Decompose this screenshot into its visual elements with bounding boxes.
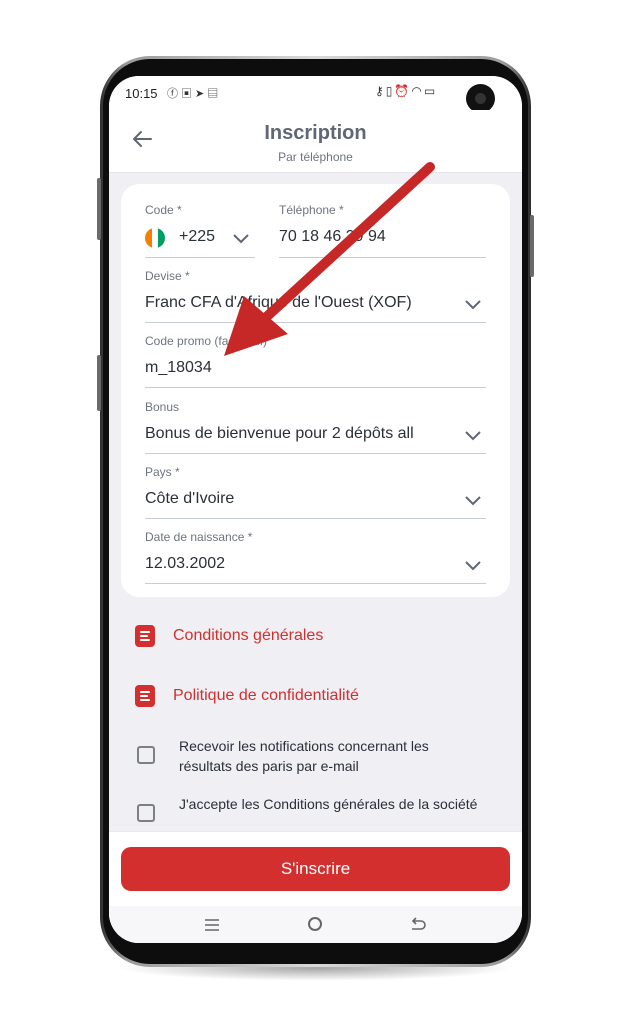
document-icon — [135, 685, 155, 707]
messenger-icon: ▣ — [181, 88, 195, 100]
chevron-down-icon[interactable] — [465, 431, 481, 441]
bottom-panel: S'inscrire — [109, 831, 522, 943]
code-underline — [145, 257, 255, 258]
linkedin-icon: ▤ — [207, 88, 222, 100]
app-header: Inscription Par téléphone — [109, 110, 522, 173]
power-button — [530, 215, 534, 277]
status-time: 10:15 — [125, 86, 158, 101]
privacy-link[interactable]: Politique de confidentialité — [135, 683, 359, 709]
bonus-select[interactable]: Bonus de bienvenue pour 2 dépôts all — [145, 425, 457, 443]
notifications-label: Recevoir les notifications concernant le… — [179, 738, 429, 774]
currency-underline — [145, 322, 486, 323]
terms-link-label: Conditions générales — [173, 627, 324, 644]
code-label: Code * — [145, 203, 182, 217]
chevron-down-icon[interactable] — [233, 234, 249, 244]
country-code-value[interactable]: +225 — [179, 228, 215, 246]
currency-label: Devise * — [145, 269, 190, 283]
country-select[interactable]: Côte d'Ivoire — [145, 490, 234, 508]
key-icon: ⚷ — [375, 84, 386, 98]
status-bar: 10:15 ⓕ▣➤▤ ⚷▯⏰◠▭ — [109, 76, 522, 113]
notification-icons: ⓕ▣➤▤ — [167, 85, 221, 101]
terms-link[interactable]: Conditions générales — [135, 623, 323, 649]
accept-terms-option: J'accepte les Conditions générales de la… — [137, 794, 477, 834]
promo-input[interactable]: m_18034 — [145, 359, 212, 377]
alarm-icon: ⏰ — [394, 84, 412, 98]
battery-icon: ▭ — [423, 84, 438, 98]
promo-underline — [145, 387, 486, 388]
nav-back-icon[interactable] — [410, 917, 426, 931]
document-icon — [135, 625, 155, 647]
chevron-down-icon[interactable] — [465, 561, 481, 571]
chevron-down-icon[interactable] — [465, 496, 481, 506]
privacy-link-label: Politique de confidentialité — [173, 687, 359, 704]
notifications-checkbox[interactable] — [137, 746, 155, 764]
birthdate-underline — [145, 583, 486, 584]
accept-terms-checkbox[interactable] — [137, 804, 155, 822]
registration-form: Code * +225 Téléphone * 70 18 46 39 94 D… — [121, 184, 510, 597]
facebook-icon: ⓕ — [167, 88, 181, 100]
system-nav-bar — [109, 906, 522, 943]
telegram-icon: ➤ — [195, 88, 208, 100]
home-icon[interactable] — [308, 917, 322, 931]
birthdate-select[interactable]: 12.03.2002 — [145, 555, 225, 573]
recent-apps-icon[interactable] — [204, 918, 220, 932]
bonus-underline — [145, 453, 486, 454]
promo-label: Code promo (facultatif) — [145, 334, 268, 348]
volume-button — [97, 178, 101, 240]
phone-underline — [279, 257, 486, 258]
phone-label: Téléphone * — [279, 203, 344, 217]
country-underline — [145, 518, 486, 519]
chevron-down-icon[interactable] — [465, 300, 481, 310]
notifications-option: Recevoir les notifications concernant le… — [137, 736, 477, 776]
cote-divoire-flag-icon — [145, 228, 165, 248]
birthdate-label: Date de naissance * — [145, 530, 253, 544]
page-subtitle: Par téléphone — [278, 150, 353, 164]
country-label: Pays * — [145, 465, 180, 479]
bixby-button — [97, 355, 101, 411]
front-camera — [466, 84, 495, 113]
phone-screen: 10:15 ⓕ▣➤▤ ⚷▯⏰◠▭ Inscription Par télépho… — [109, 76, 522, 943]
wifi-icon: ◠ — [411, 84, 424, 98]
bonus-label: Bonus — [145, 400, 180, 414]
accept-terms-label: J'accepte les Conditions générales de la… — [179, 796, 478, 812]
register-button[interactable]: S'inscrire — [121, 847, 510, 891]
phone-input[interactable]: 70 18 46 39 94 — [279, 228, 386, 246]
system-icons: ⚷▯⏰◠▭ — [375, 84, 437, 98]
currency-select[interactable]: Franc CFA d'Afrique de l'Ouest (XOF) — [145, 294, 460, 312]
page-title: Inscription — [264, 122, 367, 144]
